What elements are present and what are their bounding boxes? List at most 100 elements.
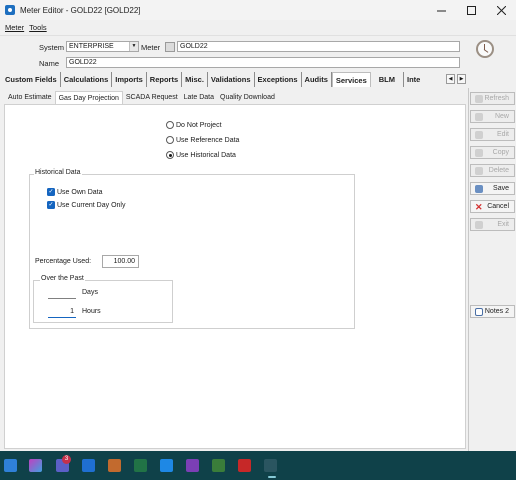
checkmark-icon[interactable]: ✓: [47, 201, 55, 209]
copilot-icon[interactable]: [29, 459, 42, 472]
meter-field[interactable]: GOLD22: [177, 41, 460, 52]
copy-button[interactable]: Copy: [470, 146, 515, 159]
checkmark-icon[interactable]: ✓: [47, 188, 55, 196]
button-label: Cancel: [487, 203, 509, 210]
notes-button[interactable]: Notes 2: [470, 305, 515, 318]
use-own-data-checkbox[interactable]: ✓ Use Own Data: [47, 188, 103, 196]
start-icon[interactable]: [4, 459, 17, 472]
tab-exceptions[interactable]: Exceptions: [255, 72, 302, 87]
tab-imports[interactable]: Imports: [112, 72, 147, 87]
notes-icon: [475, 308, 483, 316]
app-icon[interactable]: [160, 459, 173, 472]
over-the-past-group: Over the Past Days 1 Hours: [33, 275, 173, 323]
close-icon[interactable]: [486, 0, 516, 20]
tab-validations[interactable]: Validations: [208, 72, 255, 87]
radio-label: Use Historical Data: [176, 151, 236, 159]
radio-label: Do Not Project: [176, 121, 222, 129]
checkbox-label: Use Current Day Only: [57, 201, 126, 209]
chevron-left-icon[interactable]: ◀: [446, 74, 455, 84]
delete-button[interactable]: Delete: [470, 164, 515, 177]
tab-auto-estimate[interactable]: Auto Estimate: [5, 91, 55, 104]
excel-icon[interactable]: [134, 459, 147, 472]
cancel-button[interactable]: ✕ Cancel: [470, 200, 515, 213]
radio-button[interactable]: [166, 151, 174, 159]
name-field[interactable]: GOLD22: [66, 57, 460, 68]
button-label: Save: [493, 185, 509, 192]
system-combo[interactable]: ENTERPRISE ▼: [66, 41, 139, 52]
hours-field[interactable]: 1: [48, 307, 76, 318]
checkbox-label: Use Own Data: [57, 188, 103, 196]
refresh-button[interactable]: Refresh: [470, 92, 515, 105]
app-icon[interactable]: [212, 459, 225, 472]
exit-button[interactable]: Exit: [470, 218, 515, 231]
tab-late-data[interactable]: Late Data: [181, 91, 217, 104]
pdf-icon[interactable]: [238, 459, 251, 472]
new-button[interactable]: New: [470, 110, 515, 123]
edit-icon: [475, 131, 483, 139]
app-icon[interactable]: [108, 459, 121, 472]
edit-button[interactable]: Edit: [470, 128, 515, 141]
save-button[interactable]: Save: [470, 182, 515, 195]
meter-editor-icon[interactable]: [264, 459, 277, 472]
button-label: Copy: [492, 149, 509, 156]
active-indicator: [268, 476, 276, 478]
menu-tools[interactable]: Tools: [29, 23, 47, 32]
minimize-icon[interactable]: [426, 0, 456, 20]
tab-reports[interactable]: Reports: [147, 72, 183, 87]
chevron-right-icon[interactable]: ▶: [457, 74, 466, 84]
radio-use-reference-data[interactable]: Use Reference Data: [166, 136, 239, 144]
tab-custom-fields[interactable]: Custom Fields: [2, 72, 61, 87]
tab-services[interactable]: Services: [331, 72, 371, 87]
tab-quality-download[interactable]: Quality Download: [217, 91, 278, 104]
cancel-icon: ✕: [475, 202, 483, 212]
radio-button[interactable]: [166, 121, 174, 129]
radio-do-not-project[interactable]: Do Not Project: [166, 121, 222, 129]
chevron-down-icon[interactable]: ▼: [129, 42, 138, 51]
title-bar: Meter Editor - GOLD22 [GOLD22]: [0, 0, 516, 20]
maximize-icon[interactable]: [456, 0, 486, 20]
button-label: Edit: [496, 131, 509, 138]
percentage-field[interactable]: 100.00: [102, 255, 139, 268]
tab-misc[interactable]: Misc.: [182, 72, 208, 87]
clock-icon: [476, 40, 494, 58]
system-label: System: [39, 43, 65, 52]
refresh-icon: [475, 95, 483, 103]
gas-day-projection-panel: Do Not Project Use Reference Data Use Hi…: [4, 104, 466, 449]
tab-calculations[interactable]: Calculations: [61, 72, 113, 87]
menu-bar: Meter Tools: [0, 20, 516, 36]
tab-inte[interactable]: Inte: [404, 72, 423, 87]
tab-gas-day-projection[interactable]: Gas Day Projection: [54, 91, 123, 104]
meter-lookup-icon[interactable]: [165, 42, 175, 52]
window-controls: [426, 0, 516, 20]
meter-label: Meter: [141, 43, 161, 52]
tab-scada-request[interactable]: SCADA Request: [123, 91, 181, 104]
button-label: New: [494, 113, 509, 120]
tab-audits[interactable]: Audits: [302, 72, 332, 87]
save-icon: [475, 185, 483, 193]
use-current-day-checkbox[interactable]: ✓ Use Current Day Only: [47, 201, 125, 209]
days-field[interactable]: [48, 288, 76, 299]
main-tab-strip: Custom Fields Calculations Imports Repor…: [2, 72, 423, 87]
sub-tab-strip: Auto Estimate Gas Day Projection SCADA R…: [5, 91, 278, 104]
copy-icon: [475, 149, 483, 157]
menu-meter[interactable]: Meter: [5, 23, 24, 32]
days-label: Days: [82, 289, 98, 296]
radio-use-historical-data[interactable]: Use Historical Data: [166, 151, 236, 159]
percentage-label: Percentage Used:: [35, 258, 92, 265]
outlook-icon[interactable]: [82, 459, 95, 472]
notification-badge: 3: [62, 455, 71, 464]
app-icon: [5, 5, 15, 15]
action-sidebar: Refresh New Edit Copy Delete Save ✕ Canc…: [468, 88, 516, 451]
name-value: GOLD22: [69, 59, 97, 66]
button-label: Exit: [497, 221, 509, 228]
radio-label: Use Reference Data: [176, 136, 240, 144]
name-label: Name: [39, 59, 60, 68]
tab-blm[interactable]: BLM: [371, 72, 404, 87]
onenote-icon[interactable]: [186, 459, 199, 472]
button-label: Notes 2: [484, 308, 509, 315]
new-icon: [475, 113, 483, 121]
delete-icon: [475, 167, 483, 175]
meter-value: GOLD22: [180, 43, 208, 50]
radio-button[interactable]: [166, 136, 174, 144]
system-value: ENTERPRISE: [69, 43, 114, 50]
